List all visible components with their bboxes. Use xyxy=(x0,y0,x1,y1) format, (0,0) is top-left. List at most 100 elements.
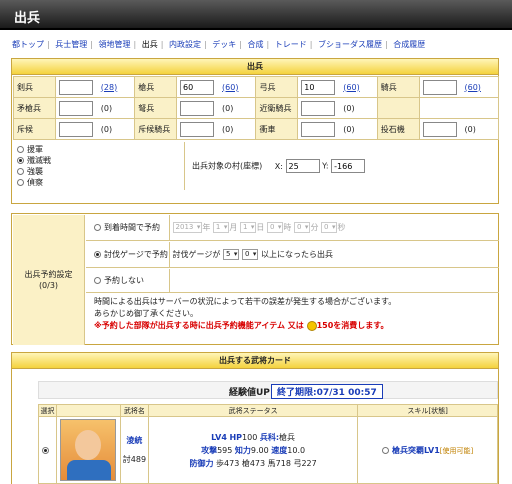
y-coordinate-input[interactable] xyxy=(331,159,366,173)
day-select: 1 xyxy=(239,222,257,233)
nav-link-territory-management[interactable]: 領地管理 xyxy=(99,40,131,49)
unit-count: (0) xyxy=(222,124,234,134)
unit-input-guard-cavalry[interactable] xyxy=(301,100,336,116)
unit-table: 剣兵 (28) 槍兵 (60) 弓兵 (60) 騎兵 (60) 矛槍兵 (0) … xyxy=(13,76,499,140)
general-table: 選択 武将名 武将ステータス スキル[状態] 淩統 討489 LV4 HP100… xyxy=(38,404,498,484)
general-portrait xyxy=(60,419,117,481)
reserve-by-time-option[interactable]: 到着時間で予約 xyxy=(94,215,170,240)
hour-select: 0 xyxy=(266,222,284,233)
unit-input-cavalry[interactable] xyxy=(422,79,457,95)
sortie-mode-group: 援軍 殲滅戦 強襲 偵察 xyxy=(13,142,185,190)
sub-navigation: 都トップ | 兵士管理 | 領地管理 | 出兵 | 内政設定 | デッキ | 合成 | トレー… xyxy=(12,40,426,49)
y-label: Y: xyxy=(322,161,329,171)
minute-select: 0 xyxy=(293,222,311,233)
unit-count: (0) xyxy=(222,103,234,113)
unit-row: 矛槍兵 (0) 弩兵 (0) 近衛騎兵 (0) xyxy=(13,97,499,119)
unit-input-spear[interactable] xyxy=(180,79,215,95)
reserve-by-time-row: 到着時間で予約 2013年 1月 1日 0時 0分 0秒 xyxy=(86,215,499,241)
unit-input-catapult[interactable] xyxy=(422,121,457,137)
general-row: 淩統 討489 LV4 HP100 兵科:槍兵 攻撃595 知力9.00 速度1… xyxy=(38,416,498,484)
skill-name[interactable]: 槍兵突覇LV1 xyxy=(392,446,440,455)
nav-link-fusion-history[interactable]: 合成履歴 xyxy=(393,40,425,49)
gauge-suffix: 以上になったら出兵 xyxy=(260,250,333,259)
max-link[interactable]: (60) xyxy=(222,83,238,92)
page-title: 出兵 xyxy=(14,11,41,26)
mode-scout[interactable]: 偵察 xyxy=(17,177,180,188)
nav-link-city-top[interactable]: 都トップ xyxy=(12,40,44,49)
nav-link-deck[interactable]: デッキ xyxy=(212,40,236,49)
mode-annihilate[interactable]: 殲滅戦 xyxy=(17,155,180,166)
reserve-by-gauge-row: 討伐ゲージで予約 討伐ゲージが 5 0 以上になったら出兵 xyxy=(86,242,499,268)
unit-input-scout-cavalry[interactable] xyxy=(180,121,215,137)
max-link[interactable]: (28) xyxy=(101,83,117,92)
radio-icon[interactable] xyxy=(94,277,101,284)
reserve-by-gauge-option[interactable]: 討伐ゲージで予約 xyxy=(94,242,170,267)
unit-input-crossbow[interactable] xyxy=(180,100,215,116)
gauge-select-2[interactable]: 0 xyxy=(241,249,259,260)
sortie-panel: 出兵 剣兵 (28) 槍兵 (60) 弓兵 (60) 騎兵 (60) 矛槍兵 (… xyxy=(11,58,499,204)
unit-count: (0) xyxy=(343,103,355,113)
nav-link-trade[interactable]: トレード xyxy=(275,40,307,49)
unit-input-bow[interactable] xyxy=(301,79,336,95)
unit-input-sword[interactable] xyxy=(58,79,93,95)
unit-row: 剣兵 (28) 槍兵 (60) 弓兵 (60) 騎兵 (60) xyxy=(13,76,499,98)
mode-reinforce[interactable]: 援軍 xyxy=(17,144,180,155)
nav-link-soldier-management[interactable]: 兵士管理 xyxy=(55,40,87,49)
radio-icon[interactable] xyxy=(17,179,24,186)
empty-cell xyxy=(376,97,420,119)
nav-link-domestic-settings[interactable]: 内政設定 xyxy=(169,40,201,49)
exp-label: 経験値UP xyxy=(229,388,270,398)
max-link[interactable]: (60) xyxy=(343,83,359,92)
radio-icon[interactable] xyxy=(17,146,24,153)
no-reservation-option[interactable]: 予約しない xyxy=(94,269,170,292)
nav-link-fusion[interactable]: 合成 xyxy=(248,40,264,49)
unit-count: (0) xyxy=(100,124,113,134)
unit-input-halberd[interactable] xyxy=(58,100,93,116)
x-coordinate-input[interactable] xyxy=(285,159,320,173)
radio-selected-icon[interactable] xyxy=(17,157,24,164)
general-card-panel: 出兵する武将カード 経験値UP 終了期限:07/31 00:57 選択 武将名 … xyxy=(11,352,499,484)
general-card-header: 出兵する武将カード xyxy=(12,353,498,369)
radio-icon[interactable] xyxy=(94,224,101,231)
unit-label: 槍兵 xyxy=(134,76,178,98)
target-coordinates: 出兵対象の村(座標) X: Y: xyxy=(192,159,366,173)
radio-icon[interactable] xyxy=(17,168,24,175)
skill-state: [使用可能] xyxy=(439,446,474,455)
general-select-radio[interactable] xyxy=(42,446,50,454)
title-bar: 出兵 xyxy=(0,0,512,30)
general-table-header: 選択 武将名 武将ステータス スキル[状態] xyxy=(38,404,498,417)
x-label: X: xyxy=(274,161,283,171)
unit-label: 剣兵 xyxy=(13,76,56,98)
unit-label: 衝車 xyxy=(255,118,299,140)
unit-label: 矛槍兵 xyxy=(13,97,56,119)
target-label: 出兵対象の村(座標) xyxy=(192,161,263,171)
unit-count: (0) xyxy=(343,124,355,134)
nav-link-bushodas-history[interactable]: ブショーダス履歴 xyxy=(318,40,382,49)
unit-row: 斥候 (0) 斥候騎兵 (0) 衝車 (0) 投石機 (0) xyxy=(13,118,499,140)
skill-radio[interactable] xyxy=(382,446,390,454)
general-name[interactable]: 淩統 xyxy=(121,435,148,446)
reservation-notes: 時間による出兵はサーバーの状況によって若干の誤差が発生する場合がございます。 あ… xyxy=(94,297,397,331)
unit-label: 斥候騎兵 xyxy=(134,118,178,140)
second-select: 0 xyxy=(320,222,338,233)
unit-input-scout[interactable] xyxy=(58,121,93,137)
sortie-header: 出兵 xyxy=(12,59,498,75)
gauge-label: 討伐ゲージが xyxy=(172,250,221,259)
unit-label: 近衛騎兵 xyxy=(255,97,299,119)
nav-current-sortie: 出兵 xyxy=(141,40,158,49)
general-rank: 討489 xyxy=(122,455,147,464)
max-link[interactable]: (60) xyxy=(465,83,481,92)
reservation-panel: 出兵予約設定 (0/3) 到着時間で予約 2013年 1月 1日 0時 0分 0… xyxy=(11,213,499,345)
exp-period-badge: 終了期限:07/31 00:57 xyxy=(271,384,383,399)
radio-selected-icon[interactable] xyxy=(94,251,101,258)
cp-coin-icon xyxy=(306,320,317,331)
reservation-side-label: 出兵予約設定 (0/3) xyxy=(13,215,85,345)
experience-banner: 経験値UP 終了期限:07/31 00:57 xyxy=(38,381,498,399)
unit-input-ram[interactable] xyxy=(301,121,336,137)
unit-label: 弓兵 xyxy=(255,76,299,98)
unit-label: 弩兵 xyxy=(134,97,178,119)
gauge-select-1[interactable]: 5 xyxy=(222,249,240,260)
empty-cell xyxy=(418,97,499,119)
mode-assault[interactable]: 強襲 xyxy=(17,166,180,177)
unit-count: (0) xyxy=(100,103,113,113)
